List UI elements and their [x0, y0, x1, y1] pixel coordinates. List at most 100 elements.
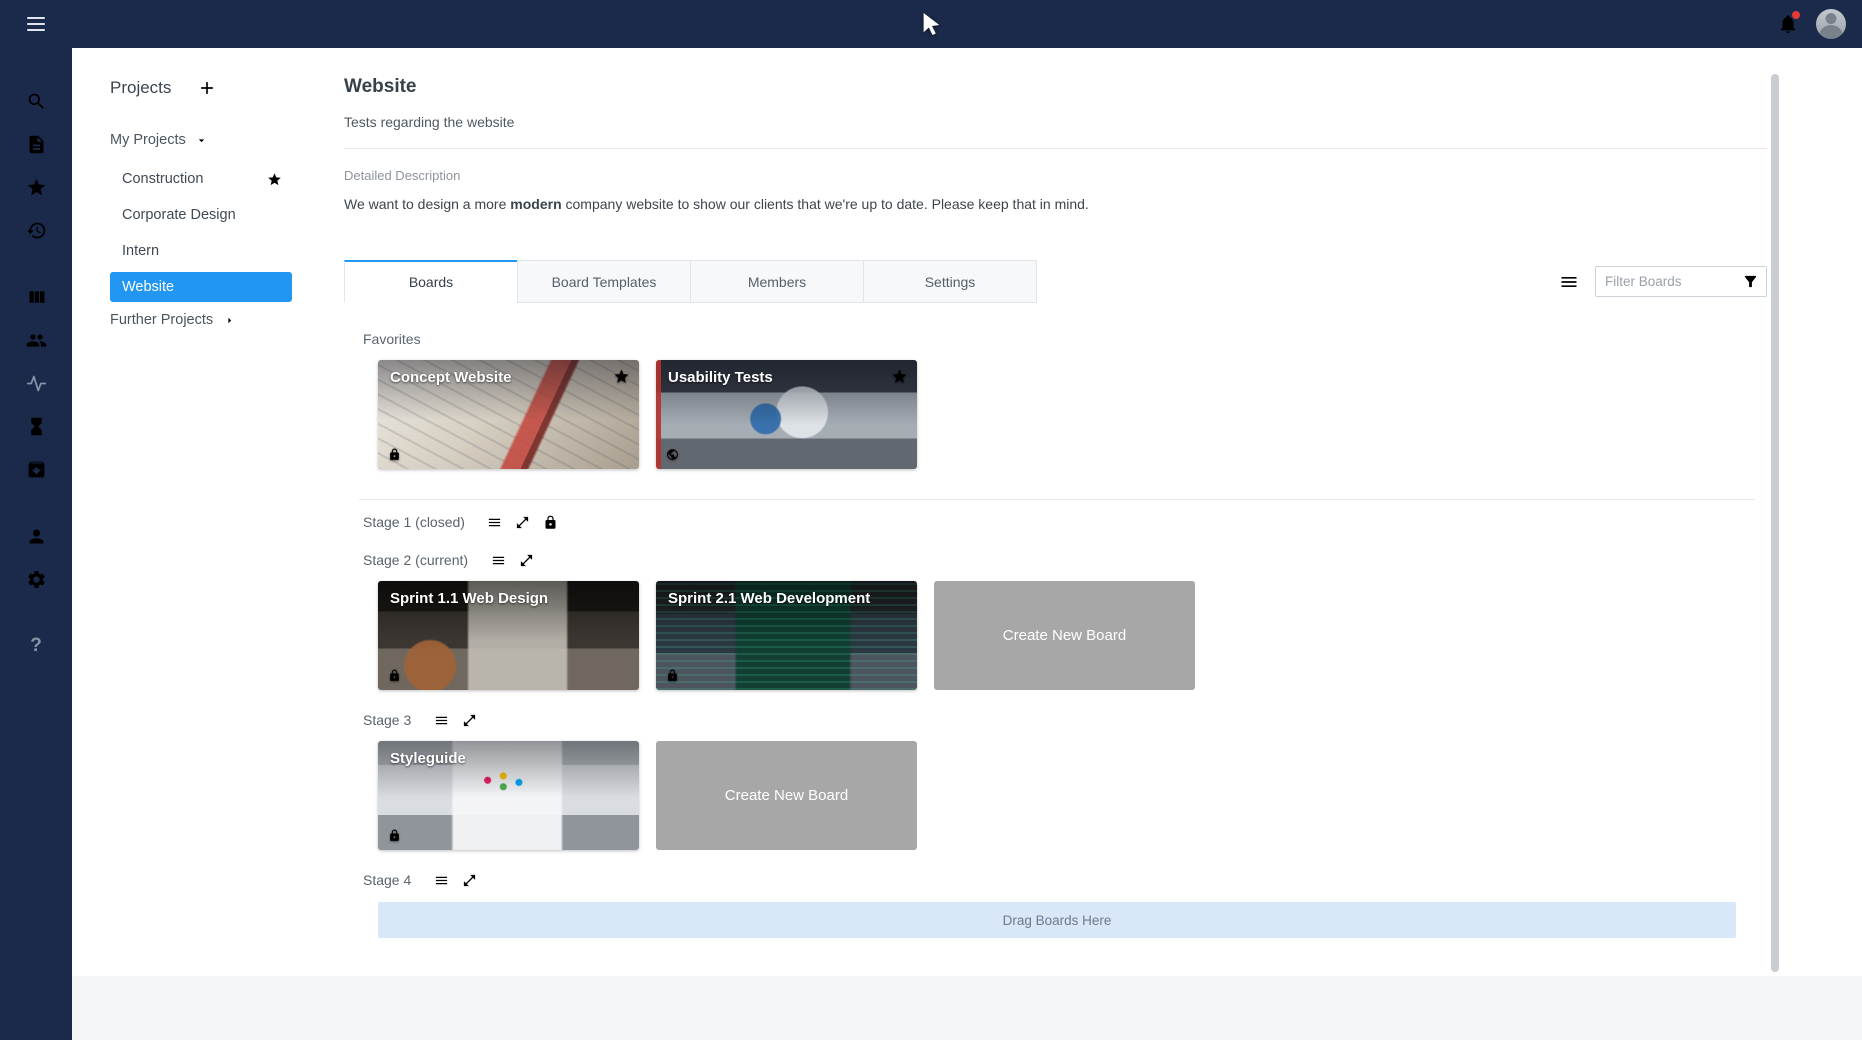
drag-boards-dropzone[interactable]: Drag Boards Here — [378, 902, 1736, 938]
board-card-sprint-1-1-web-design[interactable]: Sprint 1.1 Web Design — [378, 581, 639, 690]
description-heading: Detailed Description — [344, 168, 1767, 183]
rail-documents-button[interactable] — [16, 131, 56, 157]
content-column: Projects My Projects Construction Corpor… — [72, 48, 1862, 1040]
my-projects-group-toggle[interactable]: My Projects — [110, 132, 208, 148]
board-private-lock-icon — [388, 829, 401, 842]
board-public-globe-icon — [666, 448, 679, 461]
topbar — [0, 0, 1862, 48]
rail-help-button[interactable]: ? — [16, 633, 56, 659]
further-projects-toggle[interactable]: Further Projects — [110, 312, 236, 328]
stage-expand-icon[interactable] — [515, 514, 531, 530]
board-title: Concept Website — [390, 369, 609, 386]
board-card-usability-tests[interactable]: Usability Tests — [656, 360, 917, 469]
page-subtitle: Tests regarding the website — [344, 114, 1767, 130]
board-view-options-icon[interactable] — [1559, 272, 1579, 292]
stage-1-row: Stage 1 (closed) — [363, 514, 1767, 530]
rail-profile-button[interactable] — [16, 523, 56, 549]
stage-expand-icon[interactable] — [518, 552, 534, 568]
gear-icon — [26, 569, 47, 590]
filter-controls — [1559, 266, 1767, 297]
chevron-down-icon — [195, 134, 208, 147]
rail-timesheets-button[interactable] — [16, 413, 56, 439]
board-star-icon[interactable] — [891, 368, 908, 385]
sidebar-title-row: Projects — [110, 78, 344, 98]
page-panel: Projects My Projects Construction Corpor… — [72, 48, 1781, 976]
rail-settings-button[interactable] — [16, 566, 56, 592]
stage-heading: Stage 3 — [363, 712, 411, 728]
tab-boards[interactable]: Boards — [344, 260, 518, 303]
rail-archive-button[interactable] — [16, 456, 56, 482]
board-private-lock-icon — [666, 669, 679, 682]
content-row: ? Projects My Projects Construction — [0, 48, 1862, 1040]
favorites-board-row: Concept Website Usability Tests — [378, 360, 1767, 469]
my-projects-label: My Projects — [110, 132, 186, 148]
filter-boards-input[interactable] — [1605, 274, 1742, 289]
page-title: Website — [344, 76, 1767, 98]
stage-description-icon[interactable] — [433, 872, 449, 888]
cursor-logo-icon — [918, 11, 944, 37]
app-logo — [918, 11, 944, 37]
sidebar-item-corporate-design[interactable]: Corporate Design — [110, 200, 292, 230]
rail-activity-button[interactable] — [16, 370, 56, 396]
rail-starred-button[interactable] — [16, 174, 56, 200]
sidebar-title: Projects — [110, 78, 171, 98]
tabs: Boards Board Templates Members Settings — [344, 260, 1037, 303]
projects-sidebar: Projects My Projects Construction Corpor… — [72, 48, 344, 976]
rail-search-button[interactable] — [16, 88, 56, 114]
board-private-lock-icon — [388, 669, 401, 682]
board-card-concept-website[interactable]: Concept Website — [378, 360, 639, 469]
board-star-icon[interactable] — [613, 368, 630, 385]
rail-team-button[interactable] — [16, 327, 56, 353]
activity-icon — [26, 373, 47, 394]
stage-description-icon[interactable] — [487, 514, 503, 530]
scrollbar-thumb[interactable] — [1771, 74, 1779, 972]
board-card-styleguide[interactable]: Styleguide — [378, 741, 639, 850]
tab-settings[interactable]: Settings — [863, 260, 1037, 303]
sidebar-item-intern[interactable]: Intern — [110, 236, 292, 266]
stage-locked-icon — [543, 514, 559, 530]
create-new-board-button[interactable]: Create New Board — [656, 741, 917, 850]
stage-2-board-row: Sprint 1.1 Web Design Sprint 2.1 Web Dev… — [378, 581, 1767, 690]
user-avatar[interactable] — [1816, 9, 1846, 39]
stage-heading: Stage 4 — [363, 872, 411, 888]
stage-expand-icon[interactable] — [461, 872, 477, 888]
person-icon — [26, 526, 47, 547]
chevron-right-icon — [223, 314, 236, 327]
sidebar-item-website[interactable]: Website — [110, 272, 292, 302]
notification-badge — [1791, 10, 1801, 20]
notifications-button[interactable] — [1775, 11, 1801, 37]
stage-4-row: Stage 4 — [363, 872, 1767, 888]
document-icon — [26, 134, 47, 155]
team-icon — [26, 330, 47, 351]
rail-history-button[interactable] — [16, 217, 56, 243]
tab-members[interactable]: Members — [690, 260, 864, 303]
sidebar-item-construction[interactable]: Construction — [110, 164, 292, 194]
add-project-button[interactable] — [197, 78, 217, 98]
stage-description-icon[interactable] — [433, 712, 449, 728]
filter-boards-box — [1595, 266, 1767, 297]
plus-icon — [197, 78, 217, 98]
board-title: Usability Tests — [668, 369, 887, 386]
stage-expand-icon[interactable] — [461, 712, 477, 728]
board-title: Sprint 2.1 Web Development — [668, 590, 887, 607]
stage-3-board-row: Styleguide Create New Board — [378, 741, 1767, 850]
project-label: Corporate Design — [122, 207, 236, 223]
stage-description-icon[interactable] — [490, 552, 506, 568]
favorite-star-icon[interactable] — [267, 172, 282, 187]
section-divider — [359, 499, 1755, 500]
create-new-board-button[interactable]: Create New Board — [934, 581, 1195, 690]
rail-boards-button[interactable] — [16, 284, 56, 310]
tab-board-templates[interactable]: Board Templates — [517, 260, 691, 303]
favorites-heading: Favorites — [363, 331, 1767, 347]
main-content: Website Tests regarding the website Deta… — [344, 48, 1781, 976]
board-card-sprint-2-1-web-development[interactable]: Sprint 2.1 Web Development — [656, 581, 917, 690]
menu-toggle-button[interactable] — [0, 0, 72, 48]
stage-3-row: Stage 3 — [363, 712, 1767, 728]
project-label: Intern — [122, 243, 159, 259]
filter-funnel-icon[interactable] — [1742, 273, 1759, 290]
stage-2-row: Stage 2 (current) — [363, 552, 1767, 568]
bottom-strip — [72, 976, 1862, 1040]
stage-heading: Stage 1 (closed) — [363, 514, 465, 530]
app-root: ? Projects My Projects Construction — [0, 0, 1862, 1040]
star-icon — [26, 177, 47, 198]
